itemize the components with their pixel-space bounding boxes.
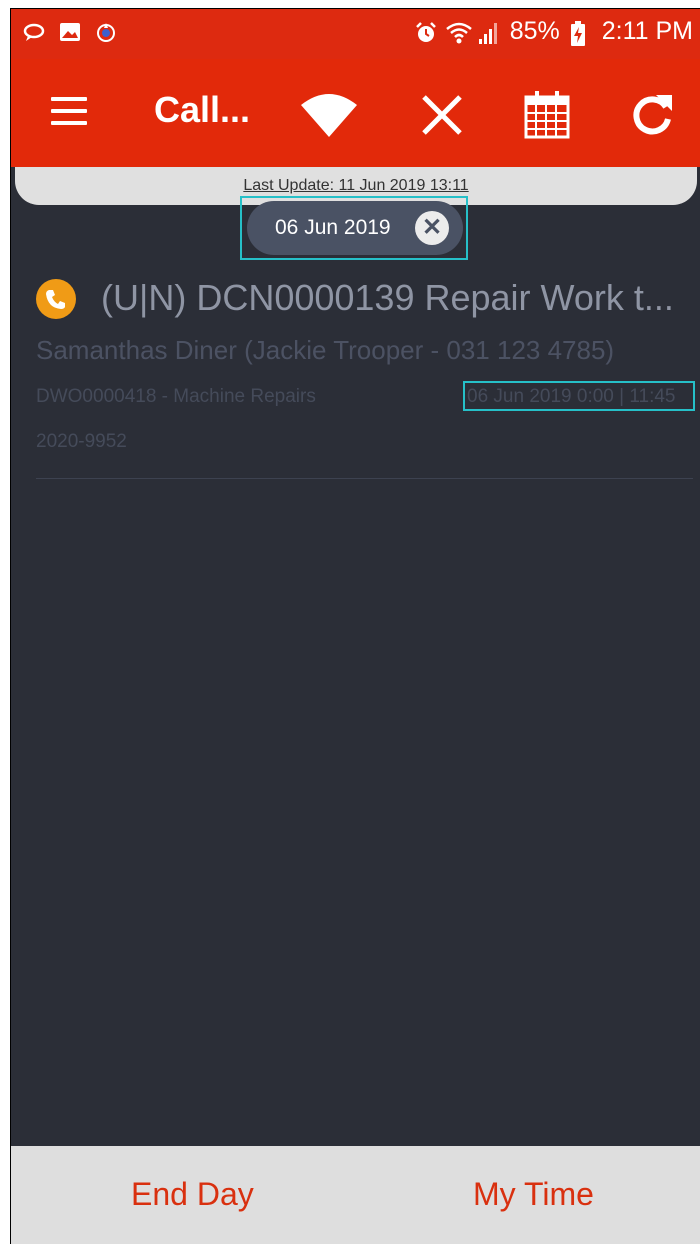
close-icon[interactable] [416, 89, 468, 141]
list-divider [36, 478, 693, 479]
app-screen: 85% 2:11 PM Call... Last Update: 11 Jun … [10, 8, 700, 1244]
wifi-icon[interactable] [299, 89, 357, 141]
battery-level: 85% [509, 17, 560, 45]
wifi-icon [445, 21, 472, 43]
app-bar: Call... [11, 59, 700, 167]
menu-icon[interactable] [51, 97, 87, 127]
phone-icon [36, 279, 76, 319]
battery-charging-icon [570, 20, 592, 46]
clear-icon[interactable]: ✕ [415, 211, 449, 245]
chat-bubble-icon [23, 21, 45, 43]
image-icon [59, 21, 81, 43]
date-filter-label: 06 Jun 2019 [275, 216, 391, 239]
last-update-text: Last Update: 11 Jun 2019 13:11 [243, 177, 469, 194]
signal-icon [478, 21, 500, 44]
app-notification-icon [95, 21, 117, 43]
alarm-icon [414, 21, 436, 43]
call-work-order: DWO0000418 - Machine Repairs [36, 386, 316, 407]
date-filter-chip[interactable]: 06 Jun 2019 ✕ [247, 201, 463, 255]
call-date-time: 06 Jun 2019 0:00 | 11:45 [467, 386, 676, 407]
end-day-button[interactable]: End Day [131, 1176, 254, 1213]
status-bar: 85% 2:11 PM [11, 9, 700, 59]
my-time-button[interactable]: My Time [473, 1176, 594, 1213]
call-title: (U|N) DCN0000139 Repair Work t... [101, 277, 674, 318]
call-reference: 2020-9952 [36, 431, 127, 452]
page-title: Call... [154, 89, 251, 130]
refresh-icon[interactable] [626, 89, 678, 141]
clock: 2:11 PM [601, 17, 693, 45]
bottom-bar: End Day My Time [11, 1146, 700, 1244]
calendar-icon[interactable] [524, 89, 576, 141]
call-customer: Samanthas Diner (Jackie Trooper - 031 12… [36, 335, 615, 365]
